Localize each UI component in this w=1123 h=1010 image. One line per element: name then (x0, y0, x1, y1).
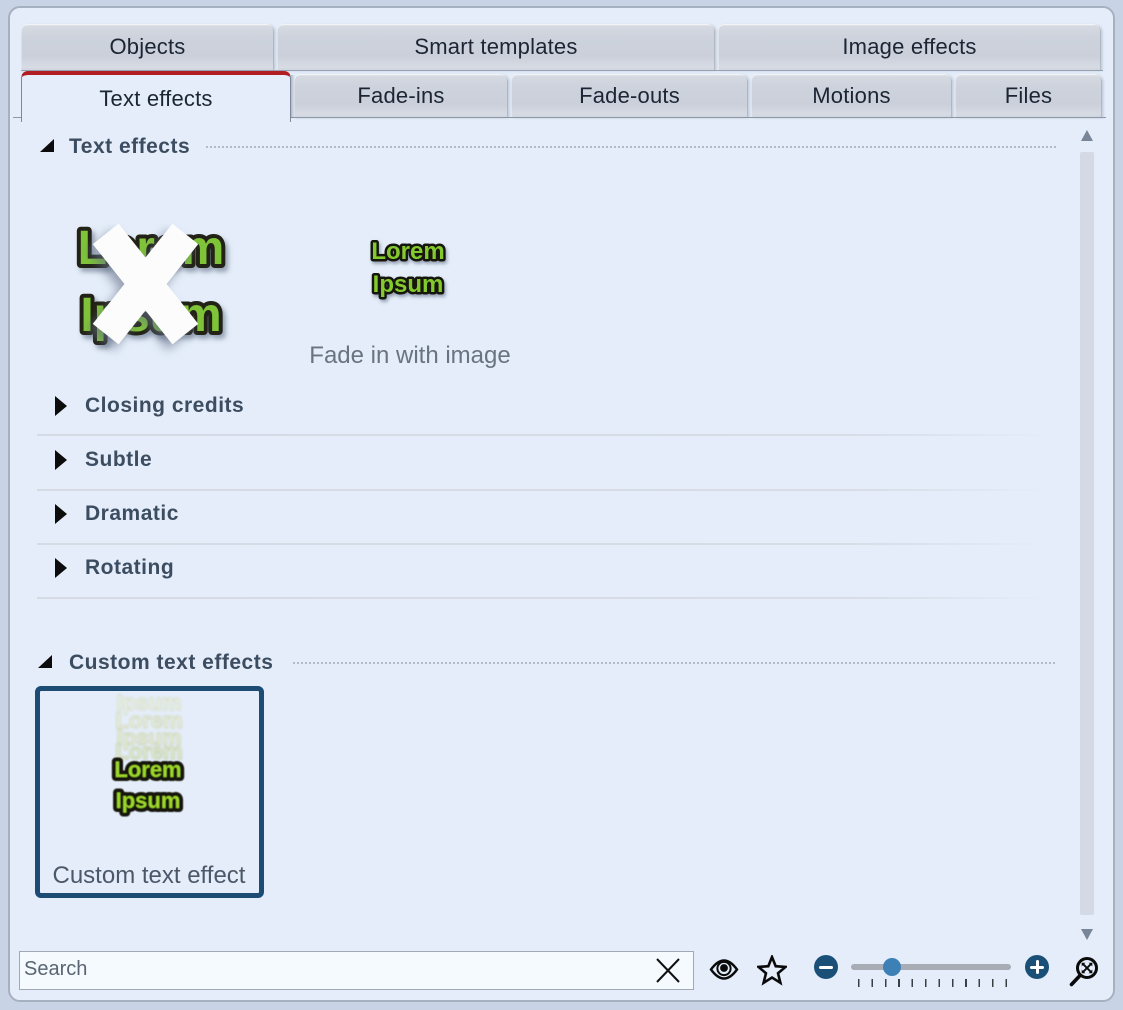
svg-text:Ipsum: Ipsum (373, 271, 444, 298)
svg-text:Lorem: Lorem (114, 757, 181, 782)
svg-text:Custom text effect: Custom text effect (53, 862, 246, 889)
svg-text:Ipsum: Ipsum (116, 788, 181, 813)
svg-text:Lorem: Lorem (371, 238, 444, 265)
